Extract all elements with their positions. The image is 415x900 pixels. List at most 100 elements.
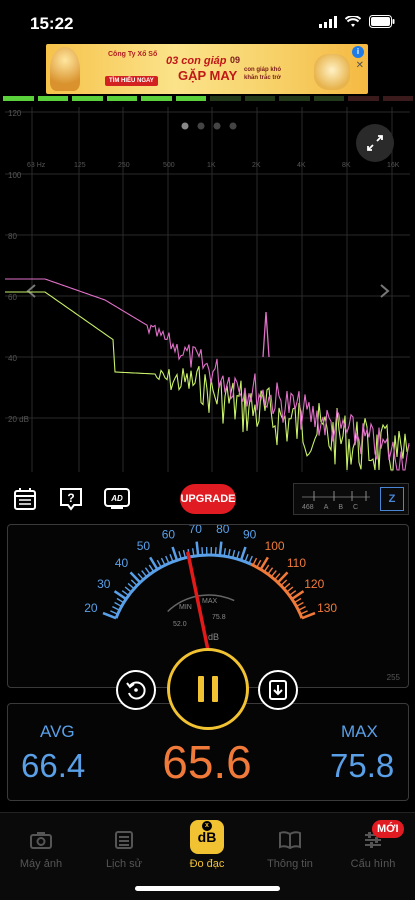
expand-icon: [356, 124, 394, 162]
gauge-tick: [296, 601, 304, 608]
gauge-tick: [130, 579, 138, 587]
weighting-option-c[interactable]: C: [353, 504, 358, 511]
tab-measure[interactable]: x dB Đo đạc: [167, 820, 247, 870]
spectrum-peak: [262, 311, 270, 358]
level-segment: [72, 96, 103, 101]
weighting-scale-value: 468: [302, 504, 314, 511]
gauge-tick: [301, 611, 316, 620]
ad-close-icon[interactable]: ✕: [356, 60, 364, 71]
pause-button[interactable]: [167, 648, 249, 730]
book-icon: [279, 831, 301, 849]
gauge-tick: [201, 547, 204, 556]
gauge-tick-label: 120: [304, 577, 324, 591]
gauge-tick: [231, 549, 236, 559]
home-indicator[interactable]: [135, 886, 280, 891]
gauge-tick: [182, 549, 187, 559]
ad-side-text: con giáp khó khăn trắc trở: [244, 67, 282, 81]
ad-banner[interactable]: Công Ty Xổ Số TÌM HIỂU NGAY 03 con giáp …: [46, 44, 368, 94]
tab-settings-label: Cấu hình: [350, 858, 396, 870]
x-axis-label: 63 Hz: [27, 162, 46, 169]
gauge-tick: [244, 554, 249, 562]
wifi-icon: [345, 15, 361, 27]
x-axis-label: 16K: [387, 162, 400, 169]
weighting-option-z[interactable]: Z: [380, 487, 404, 511]
gauge-tick: [280, 579, 288, 587]
tab-info-label: Thông tin: [267, 858, 313, 870]
calendar-icon[interactable]: [12, 486, 38, 512]
gauge-tick-label: 60: [162, 528, 176, 542]
gauge-tick-label: 30: [97, 577, 111, 591]
spectrum-series-green: [5, 291, 410, 471]
spectrum-analyzer[interactable]: 120 100 80 60 40 20 dB 63 Hz 125 250 500 1K 2K 4K 8K 1…: [5, 107, 410, 472]
y-axis-label: 40: [8, 354, 17, 363]
reset-button[interactable]: [116, 670, 156, 710]
y-axis-label: 100: [8, 171, 22, 180]
save-button[interactable]: [258, 670, 298, 710]
gauge-tick: [263, 564, 270, 573]
level-segment: [348, 96, 379, 101]
gauge-tick: [141, 570, 148, 578]
new-badge: MỚI: [372, 820, 404, 838]
tab-history[interactable]: Lịch sử: [84, 825, 164, 870]
gauge-tick: [148, 564, 155, 573]
help-icon[interactable]: ?: [58, 486, 84, 512]
gauge-tick: [160, 557, 166, 566]
gauge-tick-label: 110: [287, 556, 306, 570]
gauge-tick: [112, 606, 120, 611]
gauge-tick-label: 50: [137, 539, 151, 553]
tab-history-label: Lịch sử: [105, 858, 143, 870]
db-meter-icon: x dB: [190, 820, 224, 854]
status-icons: [319, 15, 395, 28]
gauge-tick: [256, 559, 262, 568]
gauge-tick-label: 130: [317, 601, 337, 615]
gauge-max-label: MAX: [202, 598, 218, 605]
ad-cta-button[interactable]: TÌM HIỂU NGAY: [105, 76, 158, 86]
gauge-tick: [144, 567, 151, 575]
gauge-tick: [252, 557, 258, 566]
current-db-value: 65.6: [162, 736, 252, 788]
gauge-tick-label: 80: [216, 525, 230, 536]
gauge-tick: [195, 541, 200, 556]
y-axis-label: 80: [8, 232, 17, 241]
gauge-tick-label: 20: [84, 601, 98, 615]
tab-info[interactable]: Thông tin: [250, 825, 330, 870]
max-label: MAX: [341, 722, 378, 741]
x-axis-label: 1K: [207, 162, 216, 169]
gauge-min-label: MIN: [179, 604, 192, 611]
gauge-tick-label: 70: [189, 525, 203, 536]
save-icon: [269, 680, 287, 700]
level-segment: [210, 96, 241, 101]
gauge-tick: [169, 554, 174, 562]
y-axis-label: 120: [8, 109, 22, 118]
avg-value: 66.4: [21, 747, 86, 784]
x-axis-label: 8K: [342, 162, 351, 169]
ad-side-number: 09: [230, 55, 241, 65]
upgrade-button[interactable]: UPGRADE: [180, 484, 236, 514]
frequency-weighting-selector[interactable]: 468 A B C Z: [293, 483, 409, 515]
gauge-tick: [165, 555, 170, 564]
x-axis-label: 125: [74, 162, 86, 169]
y-axis-label: 20 dB: [8, 415, 29, 424]
ad-info-icon[interactable]: i: [352, 46, 364, 58]
gauge-tick: [270, 570, 277, 578]
level-meter: [3, 96, 413, 101]
pause-icon: [198, 676, 218, 702]
level-segment: [37, 96, 68, 101]
gauge-tick: [300, 610, 308, 615]
level-segment: [313, 96, 344, 101]
gauge-tick: [286, 586, 294, 593]
gauge-tick: [116, 597, 125, 604]
tab-camera[interactable]: Máy ảnh: [1, 825, 81, 870]
level-segment: [279, 96, 310, 101]
gauge-tick: [124, 586, 132, 593]
weighting-option-b[interactable]: B: [338, 504, 343, 511]
weighting-scale: [302, 491, 370, 501]
gauge-tick: [283, 582, 291, 590]
gauge-tick-label: 90: [243, 528, 257, 542]
ad-toggle-icon[interactable]: AD: [103, 486, 131, 512]
level-segment: [3, 96, 34, 101]
ad-headline-main: GẶP MAY: [178, 68, 238, 83]
gauge-tick-label: 40: [115, 556, 129, 570]
gauge-tick: [248, 555, 253, 564]
weighting-option-a[interactable]: A: [324, 504, 329, 511]
